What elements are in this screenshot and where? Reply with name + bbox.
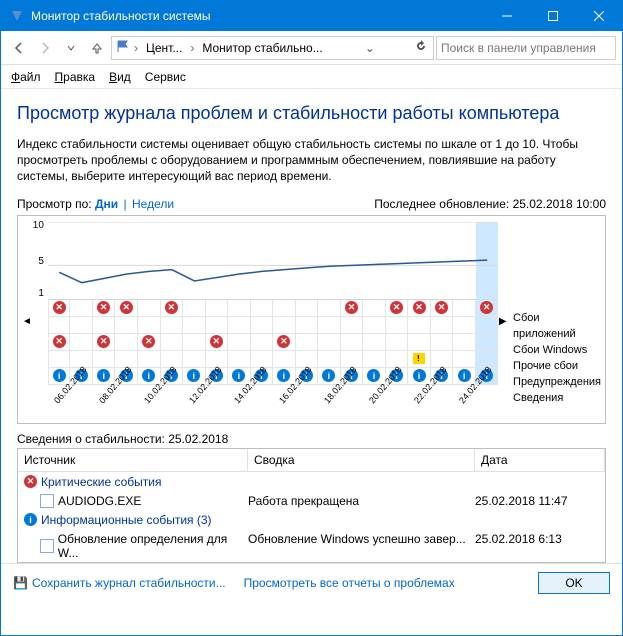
view-weeks-link[interactable]: Недели (132, 197, 174, 211)
info-icon: i (24, 513, 37, 526)
breadcrumb-2[interactable]: Монитор стабильно... (198, 41, 326, 55)
legend: Сбои приложений Сбои Windows Прочие сбои… (507, 222, 601, 421)
view-by: Просмотр по: Дни | Недели (17, 197, 174, 211)
chevron-right-icon: › (134, 41, 138, 55)
address-bar[interactable]: › Цент... › Монитор стабильно... ⌄ (111, 36, 434, 60)
chevron-right-icon: › (190, 41, 194, 55)
menu-file[interactable]: Файл (11, 70, 41, 84)
up-button[interactable] (85, 36, 109, 60)
back-button[interactable] (7, 36, 31, 60)
breadcrumb-1[interactable]: Цент... (142, 41, 186, 55)
save-log-link[interactable]: 💾Сохранить журнал стабильности... (13, 576, 226, 590)
maximize-button[interactable] (530, 1, 576, 31)
refresh-button[interactable] (413, 40, 429, 55)
line-chart[interactable]: 10 5 1 (48, 222, 498, 300)
app-icon (9, 8, 25, 24)
search-input[interactable]: Поиск в панели управления (436, 36, 616, 60)
details-header: Сведения о стабильности: 25.02.2018 (17, 432, 606, 446)
menu-tools[interactable]: Сервис (145, 70, 186, 84)
col-summary[interactable]: Сводка (248, 449, 475, 471)
last-update: Последнее обновление: 25.02.2018 10:00 (374, 197, 606, 211)
app-file-icon (40, 494, 54, 508)
scroll-left-button[interactable]: ◄ (22, 222, 32, 421)
flag-icon (116, 39, 130, 56)
date-axis: 06.02.201808.02.201810.02.201812.02.2018… (48, 385, 498, 421)
group-critical[interactable]: ✕ Критические события (18, 472, 605, 492)
minimize-button[interactable] (484, 1, 530, 31)
error-icon: ✕ (24, 475, 37, 488)
view-days-link[interactable]: Дни (95, 197, 118, 211)
description: Индекс стабильности системы оценивает об… (17, 136, 606, 185)
recent-dropdown[interactable] (59, 36, 83, 60)
address-dropdown[interactable]: ⌄ (362, 41, 378, 55)
details-table: Источник Сводка Дата ✕ Критические событ… (17, 448, 606, 563)
titlebar: Монитор стабильности системы (1, 1, 622, 31)
menubar: Файл Правка Вид Сервис (1, 65, 622, 89)
table-row[interactable]: Обновление определения для W... Обновлен… (18, 530, 605, 562)
view-all-reports-link[interactable]: Просмотреть все отчеты о проблемах (244, 576, 455, 590)
group-info[interactable]: i Информационные события (3) (18, 510, 605, 530)
event-grid[interactable]: ✕✕✕✕✕✕✕✕✕✕✕✕✕✕iiiiiiiiiiiiiiiiiiii (48, 300, 498, 385)
forward-button[interactable] (33, 36, 57, 60)
save-icon: 💾 (13, 576, 28, 590)
page-title: Просмотр журнала проблем и стабильности … (17, 103, 606, 124)
menu-view[interactable]: Вид (109, 70, 131, 84)
col-date[interactable]: Дата (475, 449, 605, 471)
stability-chart: ◄ 10 5 1 ✕✕✕✕✕✕✕✕✕✕✕✕✕✕iiiiiiiiiiiiiiiii… (17, 215, 606, 424)
table-row[interactable]: AUDIODG.EXE Работа прекращена 25.02.2018… (18, 492, 605, 510)
menu-edit[interactable]: Правка (55, 70, 96, 84)
footer: 💾Сохранить журнал стабильности... Просмо… (1, 563, 622, 602)
app-file-icon (40, 539, 54, 553)
close-button[interactable] (576, 1, 622, 31)
window-title: Монитор стабильности системы (31, 9, 484, 23)
col-source[interactable]: Источник (18, 449, 248, 471)
navbar: › Цент... › Монитор стабильно... ⌄ Поиск… (1, 31, 622, 65)
ok-button[interactable]: OK (538, 572, 610, 594)
